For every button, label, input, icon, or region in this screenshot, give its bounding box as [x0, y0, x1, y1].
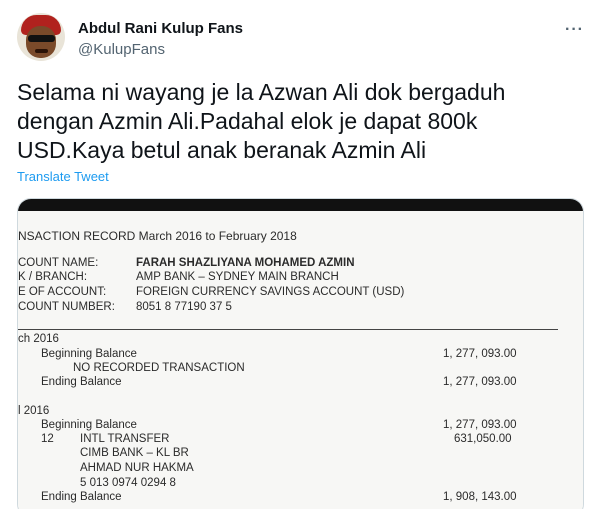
tweet-text-line: USD.Kaya betul anak beranak Azmin Ali: [17, 137, 427, 163]
period-label: l 2016: [18, 405, 50, 417]
transaction-note: NO RECORDED TRANSACTION: [73, 362, 245, 374]
field-value: 8051 8 77190 37 5: [136, 301, 232, 313]
more-horizontal-icon[interactable]: ···: [565, 21, 584, 39]
opening-balance-amount: 1, 277, 093.00: [443, 348, 517, 360]
ending-balance-label: Ending Balance: [41, 376, 122, 388]
field-value: FARAH SHAZLIYANA MOHAMED AZMIN: [136, 257, 355, 269]
tweet-card: Abdul Rani Kulup Fans @KulupFans ··· Sel…: [0, 0, 603, 509]
ending-balance-amount: 1, 277, 093.00: [443, 376, 517, 388]
opening-balance-amount: 1, 277, 093.00: [443, 419, 517, 431]
transaction-reference: 5 013 0974 0294 8: [80, 477, 176, 489]
image-top-border: [18, 199, 583, 211]
tweet-text: Selama ni wayang je la Azwan Ali dok ber…: [17, 78, 592, 165]
avatar[interactable]: [17, 13, 65, 61]
opening-balance-label: Beginning Balance: [41, 419, 137, 431]
transaction-name: AHMAD NUR HAKMA: [80, 462, 194, 474]
author-handle[interactable]: @KulupFans: [78, 41, 165, 58]
field-label: E OF ACCOUNT:: [18, 286, 107, 298]
field-value: AMP BANK – SYDNEY MAIN BRANCH: [136, 271, 339, 283]
avatar-glasses: [28, 35, 55, 42]
transaction-description: INTL TRANSFER: [80, 433, 170, 445]
period-label: ch 2016: [18, 333, 59, 345]
transaction-number: 12: [41, 433, 54, 445]
opening-balance-label: Beginning Balance: [41, 348, 137, 360]
field-value: FOREIGN CURRENCY SAVINGS ACCOUNT (USD): [136, 286, 405, 298]
transaction-bank: CIMB BANK – KL BR: [80, 447, 189, 459]
bank-statement-document: NSACTION RECORD March 2016 to February 2…: [18, 211, 583, 509]
avatar-mouth: [35, 49, 48, 53]
section-divider: [18, 329, 558, 330]
ending-balance-label: Ending Balance: [41, 491, 122, 503]
tweet-text-line: dengan Azmin Ali.Padahal elok je dapat 8…: [17, 108, 478, 134]
ending-balance-amount: 1, 908, 143.00: [443, 491, 517, 503]
field-label: COUNT NUMBER:: [18, 301, 115, 313]
tweet-text-line: Selama ni wayang je la Azwan Ali dok ber…: [17, 79, 506, 105]
field-label: K / BRANCH:: [18, 271, 88, 283]
document-title: NSACTION RECORD March 2016 to February 2…: [18, 229, 297, 243]
translate-tweet-link[interactable]: Translate Tweet: [17, 169, 109, 184]
avatar-face: [26, 26, 56, 58]
transaction-amount: 631,050.00: [454, 433, 512, 445]
field-label: COUNT NAME:: [18, 257, 99, 269]
tweet-media-image[interactable]: NSACTION RECORD March 2016 to February 2…: [17, 198, 584, 509]
author-name[interactable]: Abdul Rani Kulup Fans: [78, 20, 243, 37]
